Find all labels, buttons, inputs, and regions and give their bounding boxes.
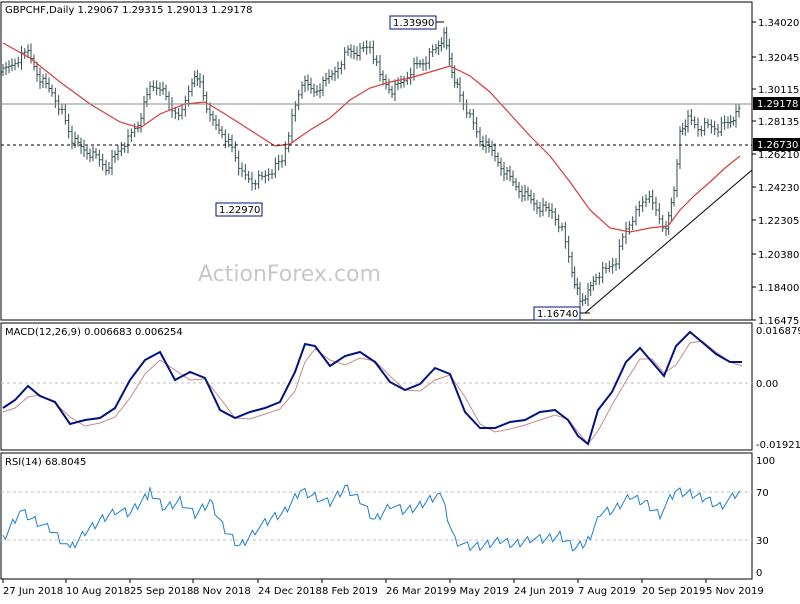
x-tick-label: 25 Sep 2018	[130, 586, 193, 597]
price-tick-label: 1.26210	[758, 150, 799, 161]
x-axis: 27 Jun 2018 10 Aug 2018 25 Sep 2018 8 Nov 2…	[2, 579, 764, 597]
x-tick-label: 8 Feb 2019	[322, 586, 378, 597]
support-badge-label: 1.26730	[757, 140, 798, 151]
x-tick-label: 26 Mar 2019	[386, 586, 449, 597]
x-tick-label: 10 Aug 2018	[66, 586, 130, 597]
support-badge: 1.26730	[753, 138, 800, 151]
chart-window: ActionForex.com 1.34020 1.32045 1.30115 1.2…	[0, 0, 800, 600]
price-tick-label: 1.20380	[758, 250, 799, 261]
rsi-tick-30: 30	[756, 536, 769, 547]
x-tick-label: 5 Nov 2019	[706, 586, 764, 597]
annotation-low-label: 1.16740	[537, 309, 578, 320]
rsi-tick-0: 0	[756, 568, 762, 579]
x-tick-label: 24 Jun 2019	[514, 586, 574, 597]
rsi-tick-70: 70	[756, 488, 769, 499]
x-tick-label: 8 Nov 2018	[193, 586, 251, 597]
price-tick-label: 1.22305	[758, 216, 799, 227]
rsi-line	[2, 484, 741, 552]
price-axis: 1.34020 1.32045 1.30115 1.28135 1.26210 1.242…	[752, 18, 799, 327]
annotation-high-label: 1.33990	[393, 18, 434, 29]
macd-tick-zero: 0.00	[756, 379, 778, 390]
price-tick-label: 1.18400	[758, 283, 799, 294]
macd-panel-frame	[0, 322, 753, 451]
chart-canvas: ActionForex.com 1.34020 1.32045 1.30115 1.2…	[0, 1, 800, 597]
annotation-high: 1.33990	[389, 15, 444, 30]
price-tick-label: 1.34020	[758, 18, 799, 29]
moving-average-line	[2, 42, 741, 233]
rsi-tick-100: 100	[756, 456, 775, 467]
price-tick-label: 1.30115	[758, 85, 799, 96]
annotation-mid-low-label: 1.22970	[219, 205, 260, 216]
macd-tick-bottom: -0.019214	[756, 440, 800, 451]
macd-line	[2, 330, 742, 446]
macd-title: MACD(12,26,9) 0.006683 0.006254	[5, 327, 183, 338]
last-price-badge-label: 1.29178	[757, 99, 798, 110]
x-tick-label: 9 May 2019	[450, 586, 509, 597]
price-tick-label: 1.28135	[758, 117, 799, 128]
watermark: ActionForex.com	[198, 262, 381, 287]
price-tick-label: 1.24230	[758, 183, 799, 194]
price-tick-label: 1.32045	[758, 53, 799, 64]
price-title: GBPCHF,Daily 1.29067 1.29315 1.29013 1.2…	[5, 5, 253, 16]
x-tick-label: 20 Sep 2019	[642, 586, 705, 597]
last-price-badge: 1.29178	[753, 97, 800, 110]
annotation-mid-low: 1.22970	[215, 202, 263, 217]
x-tick-label: 24 Dec 2018	[258, 586, 322, 597]
rsi-title: RSI(14) 68.8045	[5, 457, 86, 468]
trendline	[584, 169, 753, 314]
x-tick-label: 27 Jun 2018	[3, 586, 63, 597]
x-tick-label: 7 Aug 2019	[578, 586, 636, 597]
annotation-low: 1.16740	[533, 306, 590, 321]
macd-tick-top: 0.016879	[756, 326, 800, 337]
